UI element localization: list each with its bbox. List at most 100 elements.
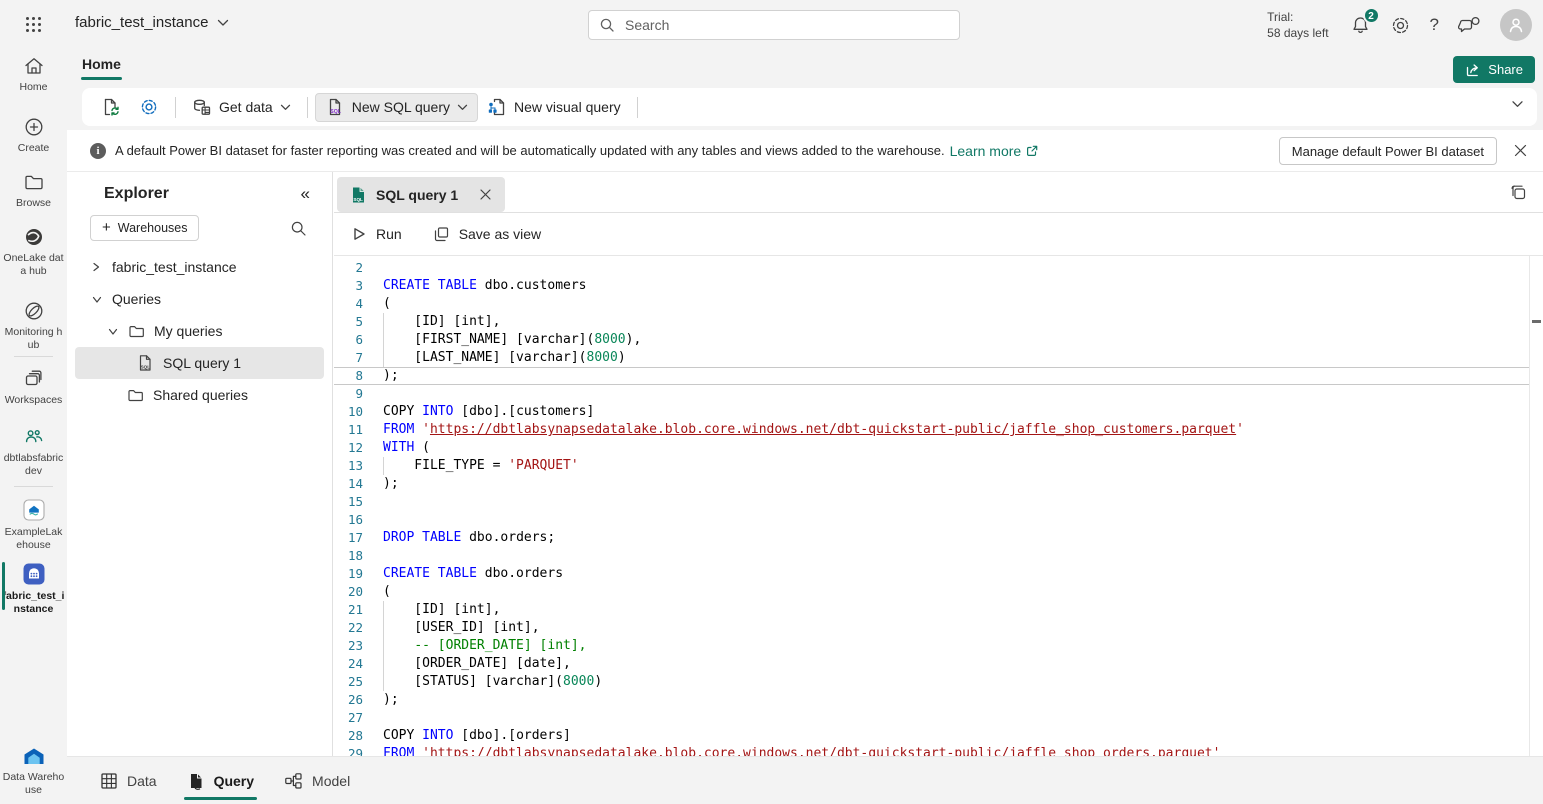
code-line-27[interactable]: 27 (334, 709, 1543, 727)
get-data-button[interactable]: Get data (183, 93, 300, 122)
tree-item-queries[interactable]: Queries (75, 283, 324, 315)
explorer-tree: fabric_test_instance Queries My queries … (67, 251, 332, 411)
toolbar-overflow-chevron[interactable] (1511, 100, 1524, 108)
sidebar-item-fabric-test-instance[interactable]: fabric_test_instance (0, 562, 67, 616)
tab-home[interactable]: Home (82, 56, 121, 72)
code-line-21[interactable]: 21 [ID] [int], (334, 601, 1543, 619)
learn-more-link[interactable]: Learn more (950, 143, 1040, 159)
line-number: 14 (334, 475, 363, 493)
sidebar-item-monitoring-hub[interactable]: Monitoring hub (0, 300, 67, 352)
line-number: 21 (334, 601, 363, 619)
copy-icon[interactable] (1509, 183, 1528, 202)
tree-item-sql-query-1[interactable]: SQL SQL query 1 (75, 347, 324, 379)
external-link-icon (1025, 144, 1039, 158)
run-button[interactable]: Run (351, 226, 402, 242)
new-visual-query-button[interactable]: New visual query (478, 93, 630, 122)
code-line-14[interactable]: 14); (334, 475, 1543, 493)
banner-close-icon[interactable] (1513, 143, 1528, 158)
workspace-people-icon (0, 426, 67, 448)
tree-item-warehouse-root[interactable]: fabric_test_instance (75, 251, 324, 283)
sidebar-item-workspace-dbtlabsfabricdev[interactable]: dbtlabsfabricdev (0, 426, 67, 478)
monitoring-icon (0, 300, 67, 322)
model-icon (284, 772, 303, 790)
plus-icon: + (102, 222, 111, 234)
code-line-12[interactable]: 12WITH ( (334, 439, 1543, 457)
folder-icon (127, 387, 144, 403)
line-number: 12 (334, 439, 363, 457)
line-number: 16 (334, 511, 363, 529)
search-input[interactable] (623, 16, 949, 34)
view-tab-model[interactable]: Model (284, 757, 350, 804)
view-tab-data[interactable]: Data (100, 757, 157, 804)
feedback-icon[interactable] (1458, 15, 1481, 35)
code-text: COPY INTO [dbo].[customers] (383, 403, 1543, 421)
code-line-28[interactable]: 28COPY INTO [dbo].[orders] (334, 727, 1543, 745)
add-warehouses-button[interactable]: + Warehouses (90, 215, 199, 241)
code-line-22[interactable]: 22 [USER_ID] [int], (334, 619, 1543, 637)
code-line-3[interactable]: 3CREATE TABLE dbo.customers (334, 277, 1543, 295)
save-as-view-button[interactable]: Save as view (432, 225, 541, 243)
sidebar-item-examplelakehouse[interactable]: ExampleLakehouse (0, 498, 67, 552)
line-number: 22 (334, 619, 363, 637)
code-line-10[interactable]: 10COPY INTO [dbo].[customers] (334, 403, 1543, 421)
sidebar-item-workspaces[interactable]: Workspaces (0, 368, 67, 407)
explorer-search-icon[interactable] (290, 220, 307, 237)
sidebar-item-onelake-data-hub[interactable]: OneLake data hub (0, 226, 67, 278)
view-tab-query[interactable]: Query (187, 757, 254, 804)
code-line-8[interactable]: 8); (334, 367, 1543, 385)
sidebar-item-home[interactable]: Home (0, 55, 67, 94)
code-line-11[interactable]: 11FROM 'https://dbtlabsynapsedatalake.bl… (334, 421, 1543, 439)
code-line-6[interactable]: 6 [FIRST_NAME] [varchar](8000), (334, 331, 1543, 349)
data-grid-icon (100, 772, 118, 790)
notifications-button[interactable]: 2 (1350, 15, 1371, 36)
code-line-24[interactable]: 24 [ORDER_DATE] [date], (334, 655, 1543, 673)
help-icon[interactable]: ? (1430, 15, 1439, 35)
sql-code-editor[interactable]: 23CREATE TABLE dbo.customers4(5 [ID] [in… (334, 256, 1543, 756)
tab-close-icon[interactable] (479, 188, 492, 201)
code-line-18[interactable]: 18 (334, 547, 1543, 565)
banner-message: A default Power BI dataset for faster re… (115, 143, 945, 158)
tab-sql-query-1[interactable]: SQL SQL query 1 (337, 177, 505, 212)
line-number: 29 (334, 745, 363, 756)
new-sql-query-button[interactable]: SQL New SQL query (315, 93, 478, 122)
sidebar-item-browse[interactable]: Browse (0, 171, 67, 210)
code-line-16[interactable]: 16 (334, 511, 1543, 529)
code-line-5[interactable]: 5 [ID] [int], (334, 313, 1543, 331)
tree-item-my-queries[interactable]: My queries (75, 315, 324, 347)
code-line-20[interactable]: 20( (334, 583, 1543, 601)
code-line-17[interactable]: 17DROP TABLE dbo.orders; (334, 529, 1543, 547)
share-button[interactable]: Share (1453, 56, 1535, 83)
workspace-switcher[interactable]: fabric_test_instance (75, 14, 229, 31)
rail-divider (14, 486, 53, 487)
code-line-7[interactable]: 7 [LAST_NAME] [varchar](8000) (334, 349, 1543, 367)
settings-gear-icon[interactable] (1390, 15, 1411, 36)
svg-text:SQL: SQL (353, 196, 363, 201)
code-line-29[interactable]: 29FROM 'https://dbtlabsynapsedatalake.bl… (334, 745, 1543, 756)
collapse-panel-icon[interactable]: « (301, 186, 310, 202)
chevron-down-icon (457, 104, 468, 111)
code-line-13[interactable]: 13 FILE_TYPE = 'PARQUET' (334, 457, 1543, 475)
tree-item-shared-queries[interactable]: Shared queries (75, 379, 324, 411)
waffle-menu-icon[interactable] (25, 16, 42, 33)
code-line-19[interactable]: 19CREATE TABLE dbo.orders (334, 565, 1543, 583)
database-icon (192, 98, 212, 117)
code-line-2[interactable]: 2 (334, 259, 1543, 277)
code-line-23[interactable]: 23 -- [ORDER_DATE] [int], (334, 637, 1543, 655)
sidebar-item-create[interactable]: Create (0, 116, 67, 155)
settings-button[interactable] (130, 93, 168, 122)
sidebar-item-data-warehouse[interactable]: Data Warehouse (0, 745, 67, 797)
code-text: [LAST_NAME] [varchar](8000) (383, 349, 1543, 367)
avatar[interactable] (1500, 9, 1532, 41)
code-line-4[interactable]: 4( (334, 295, 1543, 313)
code-line-25[interactable]: 25 [STATUS] [varchar](8000) (334, 673, 1543, 691)
code-text: ); (383, 475, 1543, 493)
save-as-view-icon (432, 225, 450, 243)
line-number: 6 (334, 331, 363, 349)
editor-overview-ruler[interactable] (1529, 256, 1543, 756)
manage-default-dataset-button[interactable]: Manage default Power BI dataset (1279, 137, 1497, 165)
code-line-26[interactable]: 26); (334, 691, 1543, 709)
new-item-button[interactable] (92, 93, 130, 122)
folder-icon (0, 171, 67, 193)
code-line-9[interactable]: 9 (334, 385, 1543, 403)
code-line-15[interactable]: 15 (334, 493, 1543, 511)
